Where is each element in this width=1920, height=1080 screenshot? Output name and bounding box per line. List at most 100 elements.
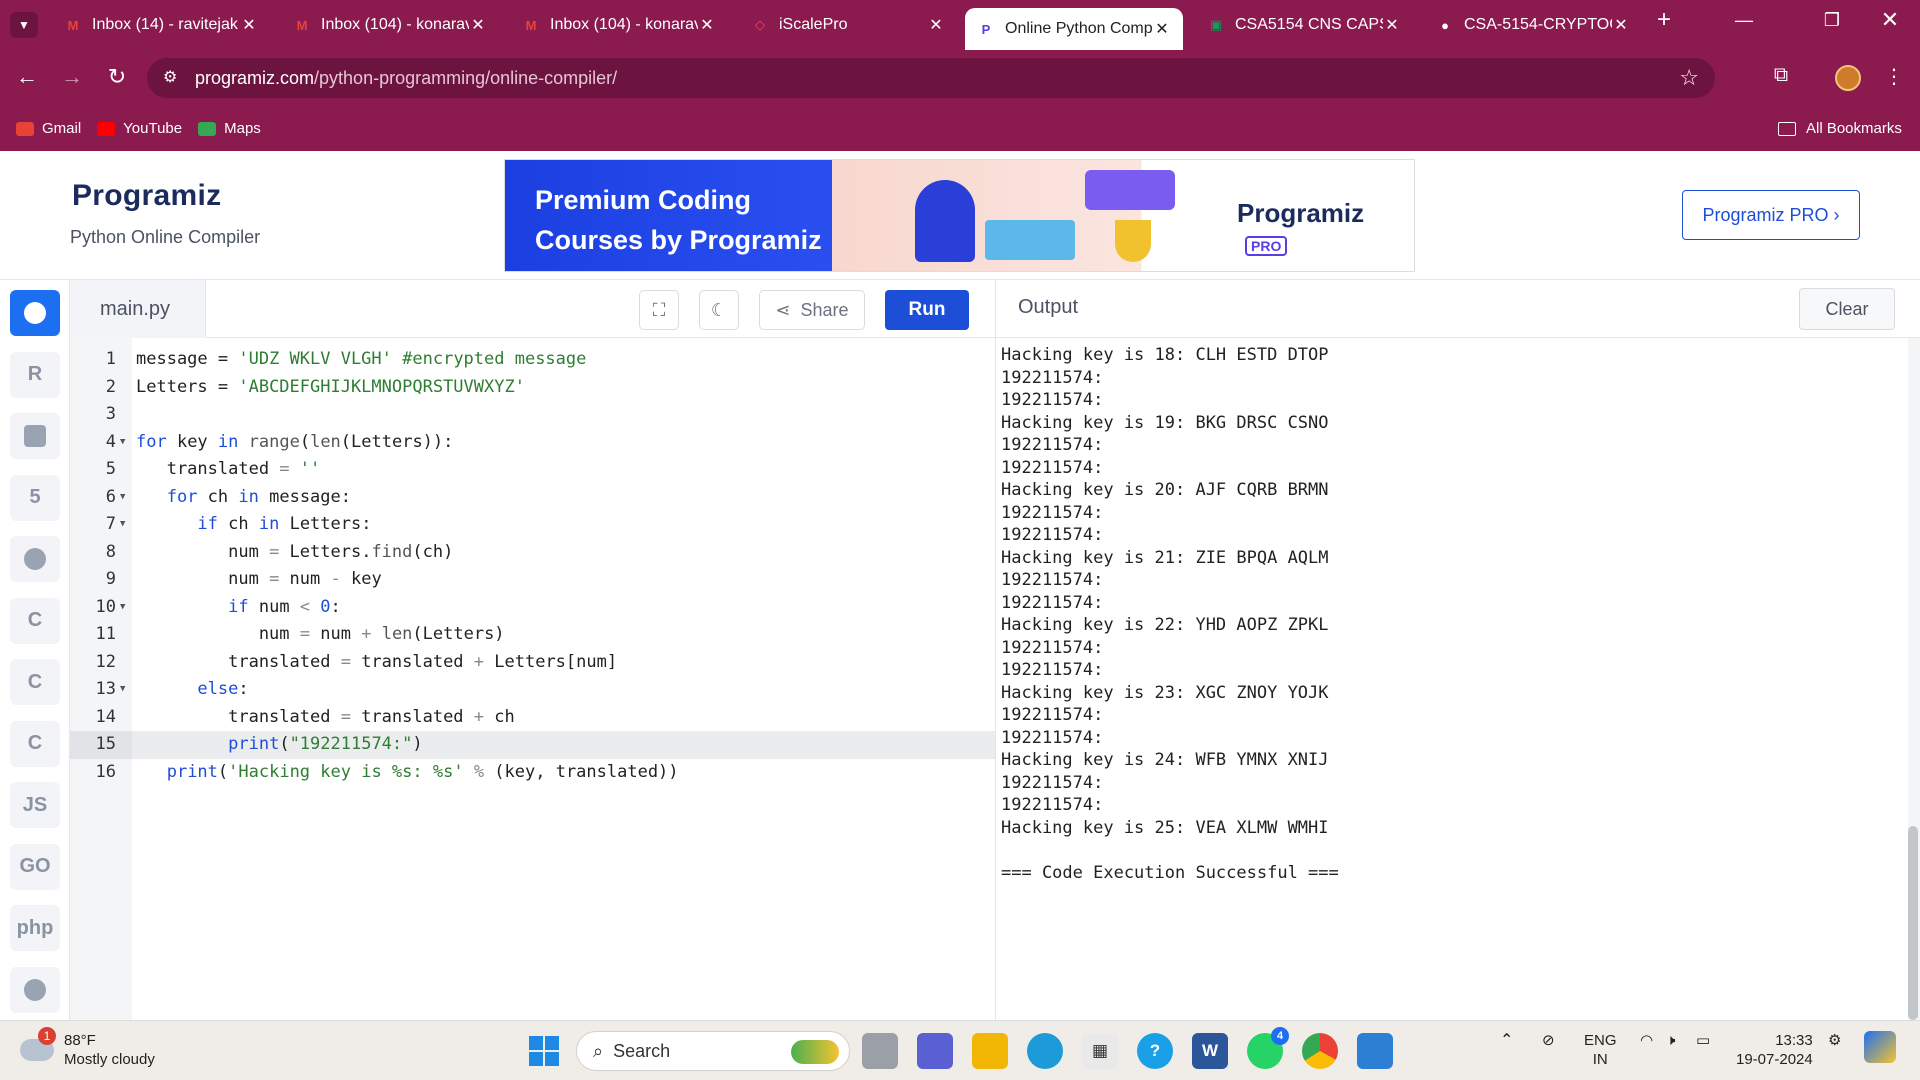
clear-button[interactable]: Clear (1799, 288, 1895, 330)
tab-close-icon[interactable]: ✕ (927, 15, 945, 35)
tab-close-icon[interactable]: ✕ (698, 15, 716, 35)
run-button[interactable]: Run (885, 290, 969, 330)
code-editor[interactable]: 1 message = 'UDZ WKLV VLGH' #encrypted me… (70, 338, 995, 1020)
back-button[interactable]: ← (12, 64, 42, 90)
edge-icon[interactable] (1027, 1033, 1063, 1069)
browser-tab[interactable]: ◇ iScalePro ✕ (739, 8, 957, 42)
all-bookmarks[interactable]: All Bookmarks (1778, 120, 1902, 137)
file-explorer-icon[interactable] (972, 1033, 1008, 1069)
tab-close-icon[interactable]: ✕ (240, 15, 258, 35)
show-hidden-icons[interactable]: ⌃ (1500, 1031, 1513, 1050)
programiz-logo[interactable]: Programiz (72, 179, 221, 213)
fold-arrow-icon[interactable]: ▼ (120, 594, 125, 622)
code-line[interactable]: 15 print("192211574:") (70, 731, 995, 759)
clock[interactable]: 13:33 19-07-2024 (1736, 1031, 1813, 1069)
output-scrollbar-thumb[interactable] (1908, 826, 1918, 1020)
bookmark-youtube[interactable]: YouTube (97, 120, 182, 137)
restore-button[interactable]: ❐ (1812, 10, 1852, 31)
code-line[interactable]: 8 num = Letters.find(ch) (70, 539, 995, 567)
python-icon (24, 302, 46, 324)
code-line[interactable]: 13 ▼ else: (70, 676, 995, 704)
promo-banner[interactable]: Premium Coding Courses by Programiz Prog… (504, 159, 1415, 272)
browser-tab[interactable]: ▣ CSA5154 CNS CAPST✕ (1195, 8, 1413, 42)
bookmark-gmail[interactable]: Gmail (16, 120, 81, 137)
code-line[interactable]: 7 ▼ if ch in Letters: (70, 511, 995, 539)
share-button[interactable]: ⋖ Share (759, 290, 865, 330)
word-icon[interactable]: W (1192, 1033, 1228, 1069)
extensions-button[interactable]: ⧉ (1766, 64, 1796, 87)
network-off-icon[interactable]: ⊘ (1542, 1031, 1555, 1050)
reload-button[interactable]: ↻ (102, 64, 132, 90)
fold-arrow-icon[interactable]: ▼ (120, 676, 125, 704)
browser-tab[interactable]: ● CSA-5154-CRYPTOG ✕ (1424, 8, 1642, 42)
help-icon[interactable]: ? (1137, 1033, 1173, 1069)
close-window-button[interactable]: ✕ (1870, 7, 1910, 33)
sidebar-item-swift[interactable] (10, 966, 60, 1013)
photos-icon[interactable] (1357, 1033, 1393, 1069)
task-view-icon[interactable] (862, 1033, 898, 1069)
tab-close-icon[interactable]: ✕ (469, 15, 487, 35)
sidebar-item-js[interactable]: JS (10, 782, 60, 828)
fullscreen-button[interactable]: ⛶ (639, 290, 679, 330)
programiz-pro-button[interactable]: Programiz PRO › (1682, 190, 1860, 240)
new-tab-button[interactable]: + (1644, 6, 1684, 34)
sidebar-item-python[interactable] (10, 290, 60, 336)
code-line[interactable]: 3 (70, 401, 995, 429)
browser-menu-button[interactable]: ⋮ (1879, 64, 1909, 89)
code-line[interactable]: 9 num = num - key (70, 566, 995, 594)
taskbar-search[interactable]: ⌕ Search (576, 1031, 850, 1071)
code-line[interactable]: 1 message = 'UDZ WKLV VLGH' #encrypted me… (70, 346, 995, 374)
code-line[interactable]: 4 ▼ for key in range(len(Letters)): (70, 429, 995, 457)
code-line[interactable]: 14 translated = translated + ch (70, 704, 995, 732)
site-info-icon[interactable]: ⚙ (163, 67, 177, 87)
language-indicator[interactable]: ENG IN (1584, 1031, 1617, 1069)
tab-close-icon[interactable]: ✕ (1612, 15, 1630, 35)
browser-tab[interactable]: M Inbox (14) - ravitejak ✕ (52, 8, 270, 42)
tab-search-button[interactable]: ▼ (10, 12, 38, 38)
bookmark-star-icon[interactable]: ☆ (1679, 65, 1699, 91)
code-line[interactable]: 12 translated = translated + Letters[num… (70, 649, 995, 677)
battery-icon[interactable]: ▭ (1696, 1031, 1710, 1050)
copilot-icon[interactable] (1864, 1031, 1896, 1063)
tab-close-icon[interactable]: ✕ (1153, 19, 1171, 39)
sidebar-item-sql[interactable] (10, 413, 60, 459)
sidebar-item-go[interactable]: GO (10, 843, 60, 890)
browser-tab[interactable]: P Online Python Comp ✕ (965, 8, 1183, 50)
output-console[interactable]: Hacking key is 18: CLH ESTD DTOP 19221157… (995, 338, 1920, 1020)
dark-mode-button[interactable]: ☾ (699, 290, 739, 330)
wifi-icon[interactable]: ◠ (1640, 1031, 1653, 1050)
start-button[interactable] (526, 1033, 562, 1069)
profile-avatar[interactable] (1835, 65, 1861, 91)
code-line[interactable]: 6 ▼ for ch in message: (70, 484, 995, 512)
sidebar-item-php[interactable]: php (10, 905, 60, 951)
code-line[interactable]: 16 print('Hacking key is %s: %s' % (key,… (70, 759, 995, 787)
code-line[interactable]: 2 Letters = 'ABCDEFGHIJKLMNOPQRSTUVWXYZ' (70, 374, 995, 402)
fold-arrow-icon[interactable]: ▼ (120, 429, 125, 457)
fold-arrow-icon[interactable]: ▼ (120, 511, 125, 539)
fold-arrow-icon[interactable]: ▼ (120, 484, 125, 512)
sidebar-item-cpp[interactable]: C (10, 659, 60, 705)
volume-muted-icon[interactable]: 🕨 (1666, 1031, 1675, 1050)
browser-tab[interactable]: M Inbox (104) - konarav ✕ (510, 8, 728, 42)
code-line[interactable]: 10 ▼ if num < 0: (70, 594, 995, 622)
sidebar-item-java[interactable] (10, 536, 60, 582)
url-bar[interactable]: ⚙ programiz.com/python-programming/onlin… (147, 58, 1715, 98)
store-icon[interactable]: ▦ (1082, 1033, 1118, 1069)
minimize-button[interactable]: — (1724, 10, 1764, 31)
sidebar-item-r[interactable]: R (10, 351, 60, 398)
sidebar-item-csharp[interactable]: C (10, 720, 60, 767)
settings-icon[interactable]: ⚙ (1828, 1031, 1841, 1050)
weather-widget[interactable]: 1 88°F Mostly cloudy (20, 1027, 155, 1069)
sidebar-item-c[interactable]: C (10, 597, 60, 644)
file-tab-main-py[interactable]: main.py (70, 280, 206, 338)
teams-chat-icon[interactable] (917, 1033, 953, 1069)
whatsapp-icon[interactable]: 4 (1247, 1027, 1289, 1069)
code-line[interactable]: 5 translated = '' (70, 456, 995, 484)
tab-close-icon[interactable]: ✕ (1383, 15, 1401, 35)
forward-button[interactable]: → (57, 64, 87, 90)
sidebar-item-html[interactable]: 5 (10, 474, 60, 521)
bookmark-maps[interactable]: Maps (198, 120, 261, 137)
browser-tab[interactable]: M Inbox (104) - konarav ✕ (281, 8, 499, 42)
chrome-icon[interactable] (1302, 1033, 1338, 1069)
code-line[interactable]: 11 num = num + len(Letters) (70, 621, 995, 649)
